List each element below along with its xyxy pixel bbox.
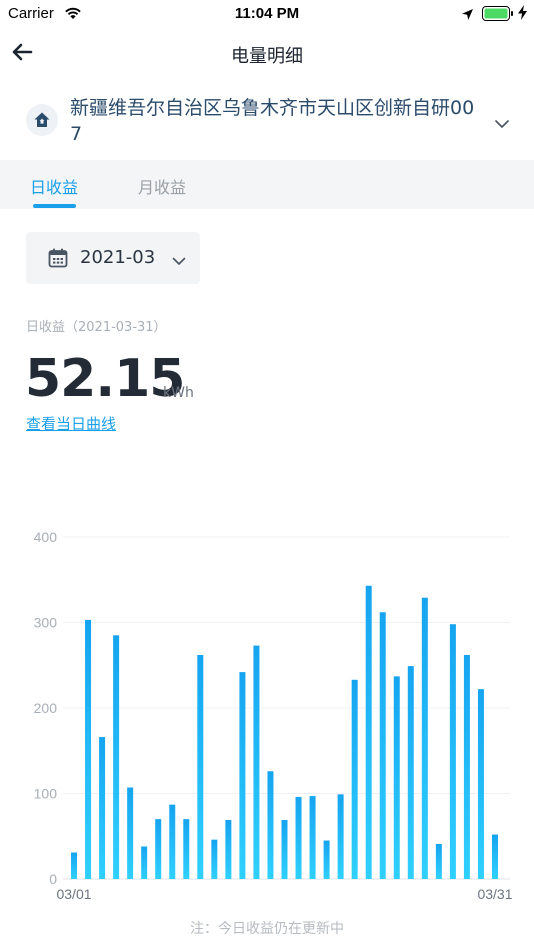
bar-03/16[interactable] (281, 820, 288, 879)
bar-03/21[interactable] (351, 679, 358, 879)
bar-03/27[interactable] (435, 843, 442, 879)
bar-03/26[interactable] (421, 597, 428, 879)
calendar-icon (48, 248, 68, 272)
y-tick-label: 300 (34, 615, 58, 631)
bar-03/19[interactable] (323, 840, 330, 879)
y-tick-label: 0 (49, 871, 57, 887)
status-bar: Carrier 11:04 PM (0, 0, 534, 28)
y-tick-label: 100 (34, 786, 58, 802)
bar-03/17[interactable] (295, 796, 302, 879)
bar-03/24[interactable] (393, 676, 400, 879)
bar-03/12[interactable] (225, 820, 232, 879)
charging-bolt-icon (518, 5, 527, 24)
bar-03/07[interactable] (155, 819, 162, 879)
site-name: 新疆维吾尔自治区乌鲁木齐市天山区创新自研007 (70, 97, 475, 145)
bar-03/09[interactable] (183, 819, 190, 879)
bar-03/10[interactable] (197, 654, 204, 879)
clock: 11:04 PM (234, 5, 300, 22)
bar-03/13[interactable] (239, 672, 246, 879)
tab-bar: 日收益 月收益 (0, 160, 534, 209)
x-tick-label: 03/31 (477, 886, 512, 902)
daily-energy-chart: 0 100 200 300 400 03/01 03/31 (0, 520, 534, 910)
bar-03/25[interactable] (407, 666, 414, 879)
bar-chart: 0 100 200 300 400 03/01 03/31 (34, 529, 513, 902)
y-tick-label: 400 (34, 529, 58, 545)
y-tick-label: 200 (34, 700, 58, 716)
bar-03/18[interactable] (309, 796, 316, 879)
bar-03/31[interactable] (491, 834, 498, 879)
view-daily-curve-link[interactable]: 查看当日曲线 (26, 413, 116, 434)
daily-energy-value: 52.15 (25, 349, 185, 409)
tab-monthly-income[interactable]: 月收益 (138, 174, 186, 198)
selected-month: 2021-03 (80, 247, 156, 268)
site-selector[interactable]: 新疆维吾尔自治区乌鲁木齐市天山区创新自研007 (0, 86, 534, 158)
energy-unit: kWh (163, 385, 194, 401)
bar-03/01[interactable] (71, 852, 78, 879)
summary-label: 日收益（2021-03-31） (26, 320, 167, 335)
chevron-down-icon (172, 251, 186, 270)
footnote: 注：今日收益仍在更新中 (190, 921, 344, 937)
bar-03/22[interactable] (365, 585, 372, 879)
month-picker[interactable]: 2021-03 (26, 232, 200, 284)
bar-03/11[interactable] (211, 839, 218, 879)
page-title: 电量明细 (231, 46, 303, 67)
location-arrow-icon (461, 6, 474, 25)
bar-03/23[interactable] (379, 612, 386, 879)
bar-03/08[interactable] (169, 804, 176, 879)
bar-03/05[interactable] (127, 787, 134, 879)
bar-03/02[interactable] (85, 619, 92, 879)
bar-03/14[interactable] (253, 645, 260, 879)
bar-03/20[interactable] (337, 794, 344, 879)
home-icon (26, 104, 58, 136)
battery-icon (482, 6, 514, 25)
bar-03/06[interactable] (141, 846, 148, 879)
tab-daily-income[interactable]: 日收益 (30, 174, 78, 198)
bar-03/28[interactable] (449, 624, 456, 879)
bar-03/29[interactable] (463, 654, 470, 879)
navigation-bar: 电量明细 (0, 28, 534, 80)
bar-03/03[interactable] (99, 737, 106, 879)
x-tick-label: 03/01 (56, 886, 91, 902)
bar-03/30[interactable] (477, 689, 484, 879)
bar-03/15[interactable] (267, 771, 274, 879)
active-tab-indicator (33, 204, 76, 208)
bar-03/04[interactable] (113, 635, 120, 879)
chevron-down-icon (494, 114, 510, 133)
